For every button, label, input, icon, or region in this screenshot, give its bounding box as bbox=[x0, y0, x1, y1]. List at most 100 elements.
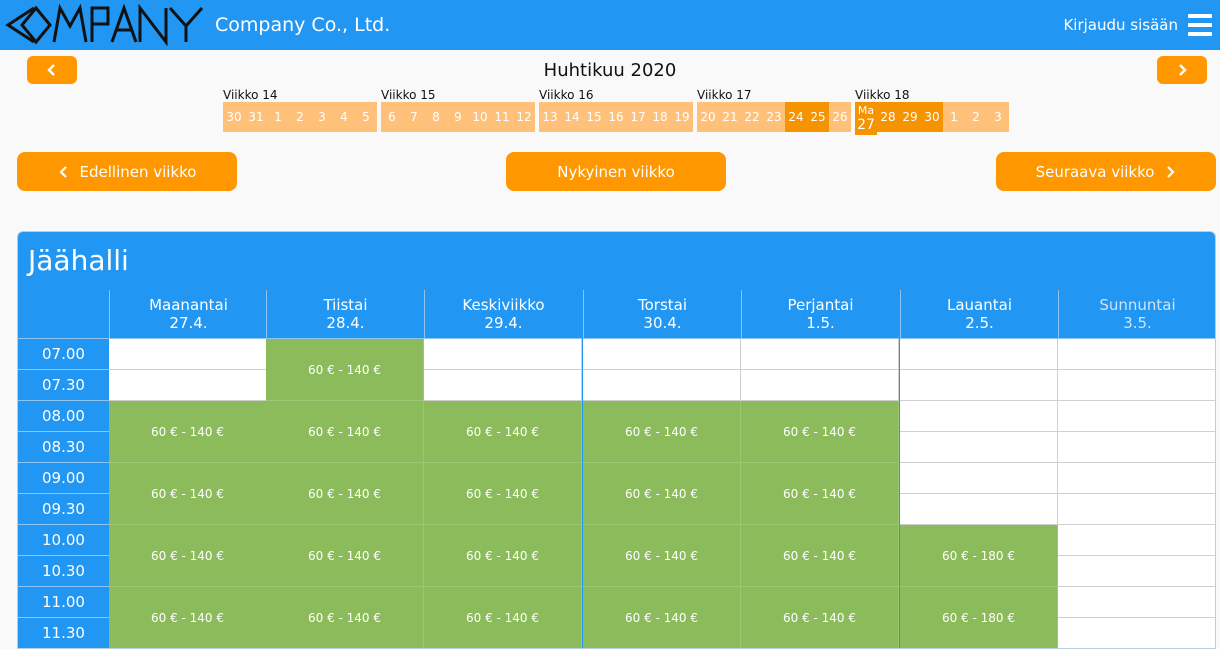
month-title: Huhtikuu 2020 bbox=[543, 60, 677, 81]
calendar-day[interactable]: 14 bbox=[561, 102, 583, 132]
available-slot[interactable]: 60 € - 140 € bbox=[109, 463, 267, 525]
available-slot[interactable]: 60 € - 140 € bbox=[741, 401, 899, 463]
calendar-day[interactable]: 6 bbox=[381, 102, 403, 132]
calendar-day[interactable]: 15 bbox=[583, 102, 605, 132]
empty-slot bbox=[1058, 370, 1215, 401]
chevron-left-icon bbox=[58, 165, 67, 178]
available-slot[interactable]: 60 € - 140 € bbox=[424, 587, 582, 648]
calendar-day[interactable]: 22 bbox=[741, 102, 763, 132]
week-days: 13 14 15 16 17 18 19 bbox=[539, 102, 693, 132]
week-label[interactable]: Viikko 15 bbox=[381, 88, 436, 102]
available-slot[interactable]: 60 € - 140 € bbox=[583, 525, 741, 587]
week-days: Ma 27 28 29 30 1 2 3 bbox=[855, 102, 1009, 135]
calendar-day[interactable]: 1 bbox=[943, 102, 965, 132]
available-slot[interactable]: 60 € - 140 € bbox=[266, 339, 424, 401]
available-slot[interactable]: 60 € - 140 € bbox=[424, 525, 582, 587]
calendar-day[interactable]: 13 bbox=[539, 102, 561, 132]
empty-slot bbox=[900, 339, 1058, 370]
available-slot[interactable]: 60 € - 180 € bbox=[900, 525, 1058, 587]
calendar-day[interactable]: 23 bbox=[763, 102, 785, 132]
calendar-day[interactable]: 2 bbox=[965, 102, 987, 132]
calendar-day[interactable]: 30 bbox=[921, 102, 943, 132]
available-slot[interactable]: 60 € - 140 € bbox=[266, 587, 424, 648]
hamburger-menu-icon[interactable] bbox=[1188, 14, 1212, 36]
empty-slot bbox=[1058, 618, 1215, 648]
available-slot[interactable]: 60 € - 140 € bbox=[741, 525, 899, 587]
calendar-day[interactable]: 18 bbox=[649, 102, 671, 132]
available-slot[interactable]: 60 € - 140 € bbox=[741, 463, 899, 525]
calendar-day[interactable]: 25 bbox=[807, 102, 829, 132]
available-slot[interactable]: 60 € - 140 € bbox=[266, 401, 424, 463]
day-header: Keskiviikko 29.4. bbox=[424, 290, 582, 339]
day-name: Maanantai bbox=[149, 296, 228, 314]
week-label[interactable]: Viikko 18 bbox=[855, 88, 910, 102]
calendar-day[interactable]: 29 bbox=[899, 102, 921, 132]
empty-slot bbox=[900, 432, 1058, 463]
available-slot[interactable]: 60 € - 140 € bbox=[266, 525, 424, 587]
empty-slot bbox=[900, 401, 1058, 432]
calendar-day[interactable]: 24 bbox=[785, 102, 807, 132]
empty-slot bbox=[1058, 525, 1215, 556]
calendar-day[interactable]: 30 bbox=[223, 102, 245, 132]
available-slot[interactable]: 60 € - 140 € bbox=[583, 463, 741, 525]
schedule-panel: Jäähalli Maanantai 27.4. Tiistai 28.4. Keski… bbox=[17, 231, 1216, 649]
calendar-day[interactable]: 7 bbox=[403, 102, 425, 132]
calendar-day[interactable]: 8 bbox=[425, 102, 447, 132]
empty-slot bbox=[900, 370, 1058, 401]
brand-name[interactable]: Company Co., Ltd. bbox=[215, 14, 390, 36]
calendar-day[interactable]: 17 bbox=[627, 102, 649, 132]
chevron-right-icon bbox=[1179, 64, 1187, 76]
empty-slot bbox=[424, 370, 582, 401]
available-slot[interactable]: 60 € - 140 € bbox=[266, 463, 424, 525]
calendar-day[interactable]: 26 bbox=[829, 102, 851, 132]
available-slot[interactable]: 60 € - 140 € bbox=[109, 587, 267, 648]
day-header: Maanantai 27.4. bbox=[109, 290, 267, 339]
empty-slot bbox=[1058, 556, 1215, 587]
next-month-button[interactable] bbox=[1157, 56, 1207, 84]
calendar-day[interactable]: 20 bbox=[697, 102, 719, 132]
available-slot[interactable]: 60 € - 140 € bbox=[424, 401, 582, 463]
calendar-day[interactable]: 12 bbox=[513, 102, 535, 132]
available-slot[interactable]: 60 € - 140 € bbox=[109, 401, 267, 463]
empty-slot bbox=[1058, 463, 1215, 494]
day-name: Tiistai bbox=[323, 296, 368, 314]
calendar-day[interactable]: 31 bbox=[245, 102, 267, 132]
calendar-day[interactable]: 16 bbox=[605, 102, 627, 132]
week-label[interactable]: Viikko 16 bbox=[539, 88, 594, 102]
time-label: 09.30 bbox=[18, 494, 109, 525]
calendar-day[interactable]: 28 bbox=[877, 102, 899, 132]
available-slot[interactable]: 60 € - 140 € bbox=[583, 401, 741, 463]
empty-slot bbox=[1058, 432, 1215, 463]
calendar-day[interactable]: 4 bbox=[333, 102, 355, 132]
week-label[interactable]: Viikko 14 bbox=[223, 88, 278, 102]
calendar-day[interactable]: 21 bbox=[719, 102, 741, 132]
available-slot[interactable]: 60 € - 140 € bbox=[109, 525, 267, 587]
empty-slot bbox=[109, 370, 267, 401]
day-header: Tiistai 28.4. bbox=[266, 290, 424, 339]
available-slot[interactable]: 60 € - 140 € bbox=[741, 587, 899, 648]
empty-slot bbox=[1058, 339, 1215, 370]
available-slot[interactable]: 60 € - 180 € bbox=[900, 587, 1058, 648]
calendar-day[interactable]: 9 bbox=[447, 102, 469, 132]
calendar-day-today[interactable]: Ma 27 bbox=[855, 102, 877, 135]
previous-week-button[interactable]: Edellinen viikko bbox=[17, 152, 237, 191]
available-slot[interactable]: 60 € - 140 € bbox=[424, 463, 582, 525]
next-week-button[interactable]: Seuraava viikko bbox=[996, 152, 1216, 191]
week-label[interactable]: Viikko 17 bbox=[697, 88, 752, 102]
company-logo[interactable] bbox=[4, 4, 204, 46]
calendar-day[interactable]: 10 bbox=[469, 102, 491, 132]
day-header: Sunnuntai 3.5. bbox=[1058, 290, 1215, 339]
login-link[interactable]: Kirjaudu sisään bbox=[1063, 16, 1178, 34]
calendar-day[interactable]: 2 bbox=[289, 102, 311, 132]
calendar-day[interactable]: 19 bbox=[671, 102, 693, 132]
calendar-day[interactable]: 3 bbox=[987, 102, 1009, 132]
available-slot[interactable]: 60 € - 140 € bbox=[583, 587, 741, 648]
calendar-day[interactable]: 5 bbox=[355, 102, 377, 132]
calendar-day[interactable]: 11 bbox=[491, 102, 513, 132]
calendar-day[interactable]: 3 bbox=[311, 102, 333, 132]
day-date: 3.5. bbox=[1123, 314, 1152, 332]
day-date: 27.4. bbox=[169, 314, 208, 332]
day-header: Perjantai 1.5. bbox=[741, 290, 899, 339]
current-week-button[interactable]: Nykyinen viikko bbox=[506, 152, 726, 191]
calendar-day[interactable]: 1 bbox=[267, 102, 289, 132]
